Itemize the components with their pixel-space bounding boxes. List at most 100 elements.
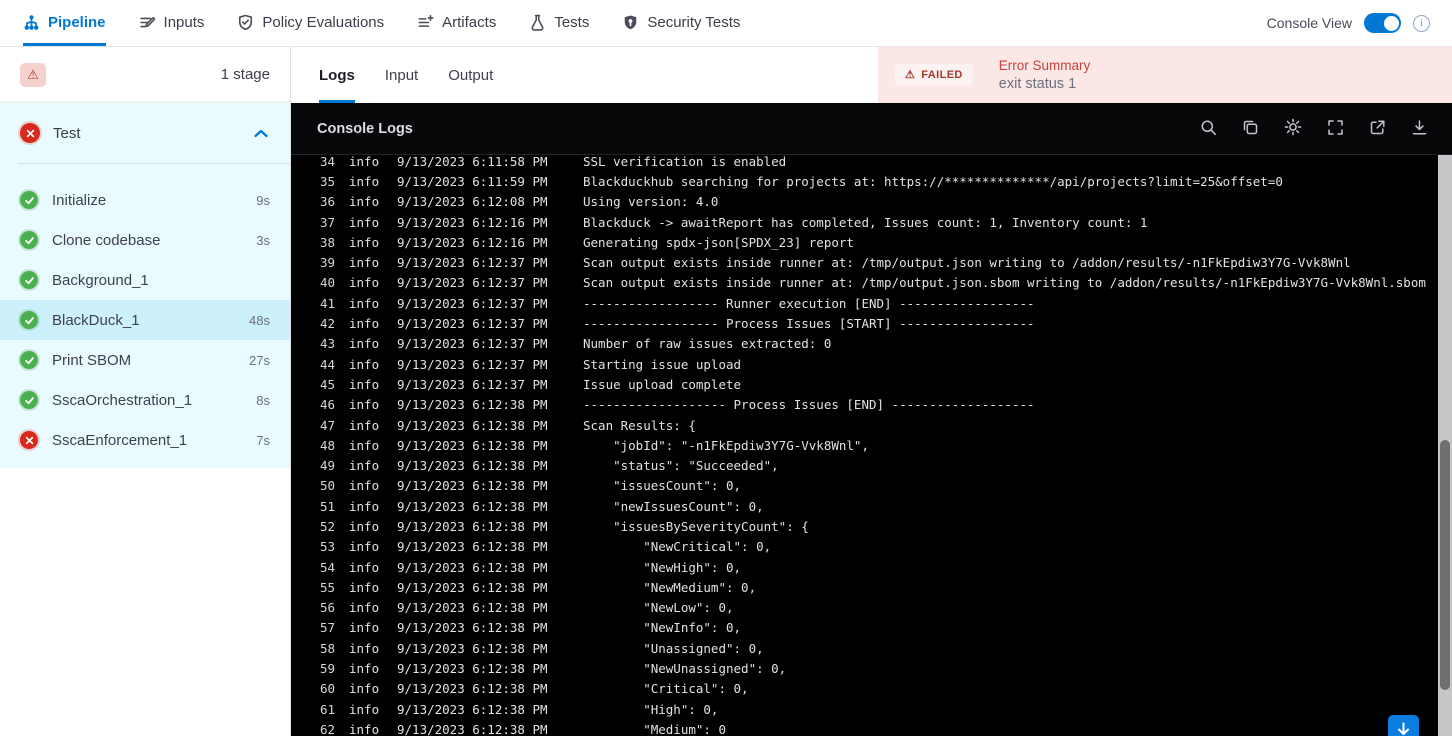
log-timestamp: 9/13/2023 6:12:38 PM bbox=[397, 539, 548, 555]
log-line-number: 60 bbox=[319, 681, 335, 697]
log-timestamp: 9/13/2023 6:12:38 PM bbox=[397, 721, 548, 736]
step-initialize[interactable]: Initialize 9s bbox=[0, 180, 290, 220]
detail-header: Logs Input Output ⚠ FAILED Error Summary e… bbox=[291, 47, 1452, 103]
log-timestamp: 9/13/2023 6:12:38 PM bbox=[397, 458, 548, 474]
log-level: info bbox=[349, 721, 380, 736]
step-background-1[interactable]: Background_1 bbox=[0, 260, 290, 300]
log-level: info bbox=[349, 376, 380, 392]
nav-tab-security-tests[interactable]: Security Tests bbox=[622, 0, 740, 46]
log-line: 62 info 9/13/2023 6:12:38 PM "Medium": 0 bbox=[291, 719, 1452, 736]
log-message: "High": 0, bbox=[583, 701, 719, 717]
log-level: info bbox=[349, 194, 380, 210]
log-line: 61 info 9/13/2023 6:12:38 PM "High": 0, bbox=[291, 699, 1452, 719]
log-message: Blackduckhub searching for projects at: … bbox=[583, 173, 1283, 189]
console-view-toggle[interactable] bbox=[1364, 13, 1401, 33]
log-message: ------------------ Runner execution [END… bbox=[583, 295, 1035, 311]
sidebar-header: ⚠ 1 stage bbox=[0, 47, 290, 103]
log-level: info bbox=[349, 417, 380, 433]
log-level: info bbox=[349, 397, 380, 413]
log-line: 39 info 9/13/2023 6:12:37 PM Scan output… bbox=[291, 252, 1452, 272]
log-line-number: 55 bbox=[319, 579, 335, 595]
log-level: info bbox=[349, 275, 380, 291]
step-duration: 7s bbox=[256, 432, 270, 448]
log-message: Using version: 4.0 bbox=[583, 194, 719, 210]
log-line-number: 50 bbox=[319, 478, 335, 494]
top-nav-tabs: Pipeline Inputs Policy Evaluations Artif… bbox=[23, 0, 740, 46]
log-message: "NewCritical": 0, bbox=[583, 539, 772, 555]
log-timestamp: 9/13/2023 6:12:38 PM bbox=[397, 437, 548, 453]
log-line: 58 info 9/13/2023 6:12:38 PM "Unassigned… bbox=[291, 638, 1452, 658]
settings-button[interactable] bbox=[1284, 118, 1302, 139]
log-level: info bbox=[349, 498, 380, 514]
log-line: 36 info 9/13/2023 6:12:08 PM Using versi… bbox=[291, 192, 1452, 212]
info-icon[interactable]: i bbox=[1413, 14, 1430, 32]
log-timestamp: 9/13/2023 6:11:58 PM bbox=[397, 155, 548, 169]
scroll-to-bottom-button[interactable] bbox=[1388, 715, 1419, 736]
step-clone-codebase[interactable]: Clone codebase 3s bbox=[0, 220, 290, 260]
log-level: info bbox=[349, 458, 380, 474]
log-timestamp: 9/13/2023 6:12:37 PM bbox=[397, 316, 548, 332]
console-scrollbar[interactable] bbox=[1438, 155, 1452, 736]
log-message: ------------------- Process Issues [END]… bbox=[583, 397, 1035, 413]
console-scrollbar-thumb[interactable] bbox=[1440, 439, 1450, 690]
nav-tab-policy-evaluations[interactable]: Policy Evaluations bbox=[237, 0, 384, 46]
step-duration: 9s bbox=[256, 192, 270, 208]
fullscreen-button[interactable] bbox=[1327, 119, 1344, 139]
tab-logs[interactable]: Logs bbox=[319, 47, 355, 103]
settings-icon bbox=[1284, 118, 1302, 139]
log-message: SSL verification is enabled bbox=[583, 155, 787, 169]
top-nav: Pipeline Inputs Policy Evaluations Artif… bbox=[0, 0, 1452, 47]
open-in-new-button[interactable] bbox=[1369, 119, 1386, 139]
log-line: 60 info 9/13/2023 6:12:38 PM "Critical":… bbox=[291, 679, 1452, 699]
main-content: Logs Input Output ⚠ FAILED Error Summary e… bbox=[291, 47, 1452, 736]
tab-output[interactable]: Output bbox=[448, 47, 493, 103]
log-level: info bbox=[349, 295, 380, 311]
log-level: info bbox=[349, 234, 380, 250]
nav-tab-tests[interactable]: Tests bbox=[529, 0, 589, 46]
log-line-number: 42 bbox=[319, 316, 335, 332]
chevron-up-icon[interactable] bbox=[254, 129, 268, 138]
download-button[interactable] bbox=[1411, 119, 1428, 139]
log-level: info bbox=[349, 316, 380, 332]
inputs-icon bbox=[139, 14, 156, 31]
log-line-number: 40 bbox=[319, 275, 335, 291]
log-message: "newIssuesCount": 0, bbox=[583, 498, 764, 514]
log-line: 53 info 9/13/2023 6:12:38 PM "NewCritica… bbox=[291, 537, 1452, 557]
step-sscaenforcement-1[interactable]: SscaEnforcement_1 7s bbox=[0, 420, 290, 460]
log-message: "Critical": 0, bbox=[583, 681, 749, 697]
log-level: info bbox=[349, 559, 380, 575]
log-timestamp: 9/13/2023 6:12:37 PM bbox=[397, 295, 548, 311]
tab-input[interactable]: Input bbox=[385, 47, 418, 103]
log-line: 42 info 9/13/2023 6:12:37 PM -----------… bbox=[291, 313, 1452, 333]
nav-tab-artifacts[interactable]: Artifacts bbox=[417, 0, 496, 46]
copy-icon bbox=[1242, 119, 1259, 139]
stage-group-header[interactable]: Test bbox=[0, 103, 290, 163]
search-button[interactable] bbox=[1200, 119, 1217, 139]
log-line-number: 39 bbox=[319, 255, 335, 271]
log-message: Scan Results: { bbox=[583, 417, 696, 433]
log-line-number: 34 bbox=[319, 155, 335, 169]
x-circle-icon bbox=[20, 431, 38, 449]
log-line-number: 36 bbox=[319, 194, 335, 210]
log-line-number: 61 bbox=[319, 701, 335, 717]
step-name: Print SBOM bbox=[52, 351, 132, 369]
check-circle-icon bbox=[20, 191, 38, 209]
log-line: 40 info 9/13/2023 6:12:37 PM Scan output… bbox=[291, 273, 1452, 293]
log-timestamp: 9/13/2023 6:12:37 PM bbox=[397, 376, 548, 392]
log-line-number: 46 bbox=[319, 397, 335, 413]
nav-tab-label: Security Tests bbox=[647, 14, 741, 31]
log-message: ------------------ Process Issues [START… bbox=[583, 316, 1035, 332]
nav-tab-inputs[interactable]: Inputs bbox=[139, 0, 204, 46]
nav-tab-pipeline[interactable]: Pipeline bbox=[23, 0, 106, 46]
copy-button[interactable] bbox=[1242, 119, 1259, 139]
step-sscaorchestration-1[interactable]: SscaOrchestration_1 8s bbox=[0, 380, 290, 420]
log-line-number: 59 bbox=[319, 661, 335, 677]
log-line-number: 52 bbox=[319, 518, 335, 534]
step-name: Background_1 bbox=[52, 271, 149, 289]
log-timestamp: 9/13/2023 6:12:16 PM bbox=[397, 234, 548, 250]
log-message: "NewUnassigned": 0, bbox=[583, 661, 787, 677]
step-print-sbom[interactable]: Print SBOM 27s bbox=[0, 340, 290, 380]
log-line: 54 info 9/13/2023 6:12:38 PM "NewHigh": … bbox=[291, 557, 1452, 577]
step-blackduck-1[interactable]: BlackDuck_1 48s bbox=[0, 300, 290, 340]
log-level: info bbox=[349, 661, 380, 677]
